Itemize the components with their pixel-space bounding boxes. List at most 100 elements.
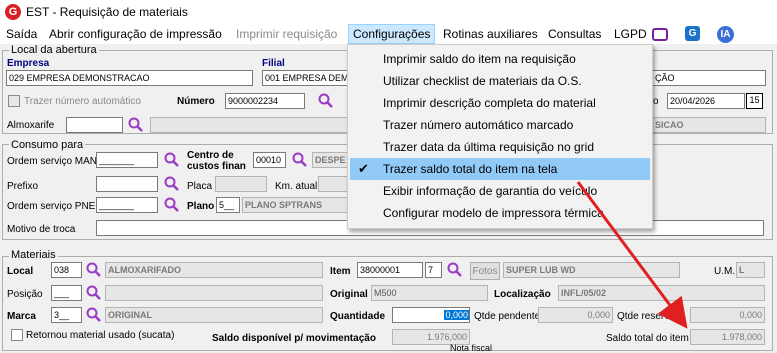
um-value: L: [736, 262, 765, 278]
localizacao-value: INFL/05/02: [558, 285, 765, 301]
prefixo-label: Prefixo: [7, 181, 39, 192]
calendar-icon[interactable]: 15: [746, 93, 763, 109]
menu-imprimir-requisicao[interactable]: Imprimir requisição: [236, 27, 337, 41]
retornou-label: Retornou material usado (sucata): [26, 330, 175, 341]
centro-search-icon[interactable]: [292, 152, 308, 168]
centro-label: Centro de custos finan: [187, 150, 246, 172]
placa-value: [215, 176, 267, 192]
centro-desc: DESPE: [312, 152, 348, 168]
prefixo-input[interactable]: [96, 176, 158, 192]
menu-configuracoes[interactable]: Configurações: [348, 24, 436, 44]
os-man-input[interactable]: _______: [96, 152, 158, 168]
menu-lgpd[interactable]: LGPD: [614, 27, 647, 41]
qtde-reserva-label: Qtde reserva: [617, 311, 675, 322]
almoxarife-input[interactable]: [66, 117, 123, 133]
almoxarife-name: [150, 117, 348, 133]
os-pne-search-icon[interactable]: [164, 197, 180, 213]
menu-consultas[interactable]: Consultas: [548, 27, 601, 41]
saldo-total-label: Saldo total do item: [606, 333, 689, 344]
menu-option-trazer-numero[interactable]: Trazer número automático marcado: [350, 114, 650, 136]
os-pne-label: Ordem serviço PNE: [7, 201, 96, 212]
posicao-input[interactable]: ___: [51, 285, 82, 301]
item-digit-input[interactable]: 7: [425, 262, 442, 278]
filial-label: Filial: [262, 58, 285, 69]
plano-label: Plano: [187, 201, 215, 212]
local-search-icon[interactable]: [86, 262, 102, 278]
plano-desc: PLANO SPTRANS: [242, 197, 348, 213]
os-man-search-icon[interactable]: [164, 152, 180, 168]
ia-icon[interactable]: IA: [717, 26, 734, 43]
motivo-label: Motivo de troca: [7, 224, 76, 235]
retornou-checkbox[interactable]: [11, 329, 23, 341]
saldo-total-value: 1.978,000: [690, 329, 765, 345]
qtde-pendente-label: Qtde pendente: [474, 311, 541, 322]
almoxarife-search-icon[interactable]: [128, 117, 144, 133]
item-search-icon[interactable]: [447, 262, 463, 278]
menu-option-imprimir-saldo[interactable]: Imprimir saldo do item na requisição: [350, 48, 650, 70]
km-value: [318, 176, 348, 192]
almoxarife-label: Almoxarife: [7, 120, 55, 131]
posicao-label: Posição: [7, 289, 43, 300]
centro-code-input[interactable]: 00010: [253, 152, 286, 168]
configuracoes-dropdown: Imprimir saldo do item na requisição Uti…: [347, 44, 653, 229]
monitor-icon[interactable]: [652, 28, 668, 41]
qtde-reserva-value: 0,000: [690, 307, 765, 323]
menu-rotinas-auxiliares[interactable]: Rotinas auxiliares: [443, 27, 538, 41]
item-label: Item: [330, 266, 351, 277]
marca-label: Marca: [7, 311, 36, 322]
um-label: U.M.: [714, 266, 736, 277]
numero-label: Número: [177, 96, 215, 107]
quantidade-input[interactable]: 0,000: [392, 307, 470, 323]
fotos-button[interactable]: Fotos: [470, 262, 500, 280]
menu-option-trazer-saldo-total-label: Trazer saldo total do item na tela: [383, 162, 558, 176]
localizacao-label: Localização: [494, 289, 551, 300]
os-pne-input[interactable]: _______: [96, 197, 158, 213]
checkmark-icon: ✔: [358, 161, 369, 176]
centro-label-line2: custos finan: [187, 161, 246, 172]
title-bar: G EST - Requisição de materiais: [0, 0, 777, 24]
nota-fiscal-partial-label: Nota fiscal: [450, 343, 493, 353]
data-input[interactable]: 20/04/2026: [667, 93, 745, 109]
original-label: Original: [330, 289, 368, 300]
app-logo-icon: G: [5, 4, 21, 20]
menu-option-exibir-garantia[interactable]: Exibir informação de garantia do veículo: [350, 180, 650, 202]
local-desc: ALMOXARIFADO: [105, 262, 323, 278]
quantidade-label: Quantidade: [330, 311, 386, 322]
almoxarife-name-right: SICAO: [652, 117, 766, 133]
trazer-numero-label: Trazer número automático: [24, 96, 141, 107]
g-app-icon[interactable]: G: [685, 26, 700, 41]
menu-bar: Saída Abrir configuração de impressão Im…: [0, 24, 777, 44]
menu-abrir-configuracao[interactable]: Abrir configuração de impressão: [49, 27, 222, 41]
posicao-search-icon[interactable]: [86, 285, 102, 301]
km-label: Km. atual: [275, 181, 318, 192]
saldo-disponivel-label: Saldo disponível p/ movimentação: [212, 333, 376, 344]
centro-label-line1: Centro de: [187, 150, 234, 161]
marca-search-icon[interactable]: [86, 307, 102, 323]
menu-option-trazer-data[interactable]: Trazer data da última requisição no grid: [350, 136, 650, 158]
placa-label: Placa: [187, 181, 213, 192]
filial-select[interactable]: 001 EMPRESA DEM: [262, 70, 348, 86]
menu-saida[interactable]: Saída: [6, 27, 37, 41]
search-icon[interactable]: [318, 93, 334, 109]
numero-input[interactable]: 9000002234: [225, 93, 305, 109]
item-code-input[interactable]: 38000001: [357, 262, 423, 278]
item-desc: SUPER LUB WD: [503, 262, 680, 278]
menu-option-configurar-impressora[interactable]: Configurar modelo de impressora térmica: [350, 202, 650, 224]
materiais-section-title: Materiais: [9, 249, 58, 261]
trazer-numero-checkbox[interactable]: [8, 95, 20, 107]
menu-option-imprimir-descricao[interactable]: Imprimir descrição completa do material: [350, 92, 650, 114]
marca-code-input[interactable]: 3__: [51, 307, 82, 323]
menu-option-trazer-saldo-total[interactable]: ✔ Trazer saldo total do item na tela: [350, 158, 650, 180]
prefixo-search-icon[interactable]: [164, 176, 180, 192]
menu-option-utilizar-checklist[interactable]: Utilizar checklist de materiais da O.S.: [350, 70, 650, 92]
empresa-label: Empresa: [7, 58, 50, 69]
local-label: Local: [7, 266, 34, 277]
os-man-label: Ordem serviço MAN: [7, 156, 98, 167]
marca-desc: ORIGINAL: [105, 307, 323, 323]
plano-code-input[interactable]: 5__: [216, 197, 240, 213]
posicao-desc: [105, 285, 323, 301]
data-label: o: [653, 96, 659, 107]
filial-select-right[interactable]: ÇÃO: [652, 70, 766, 86]
empresa-select[interactable]: 029 EMPRESA DEMONSTRACAO: [6, 70, 253, 86]
local-code-input[interactable]: 038: [51, 262, 82, 278]
